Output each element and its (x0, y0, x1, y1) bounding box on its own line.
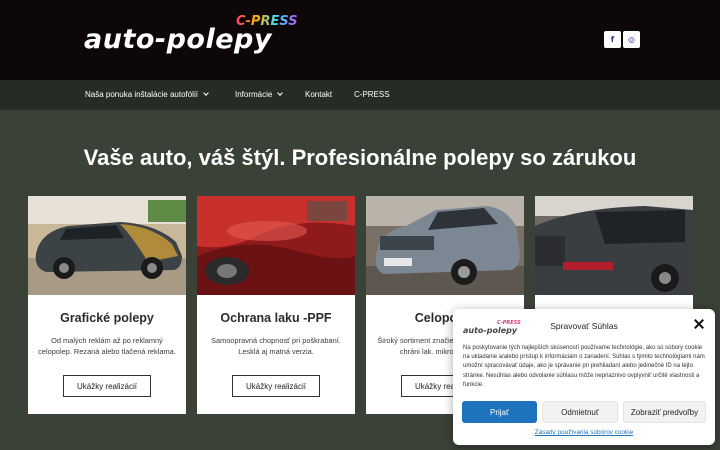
consent-title: Spravovať Súhlas (550, 321, 618, 331)
card-title: Grafické polepy (60, 311, 154, 325)
chevron-down-icon (277, 90, 284, 96)
card-description: Od malých reklám až po reklamný celopole… (38, 336, 176, 356)
logo-badge: C-PRESS (236, 14, 298, 29)
examples-button[interactable]: Ukážky realizácií (63, 375, 151, 397)
deny-button[interactable]: Odmietnuť (542, 401, 618, 423)
card-image (366, 196, 524, 295)
card-image (28, 196, 186, 295)
main-nav: Naša ponuka inštalácie autofólií Informá… (0, 80, 720, 110)
nav-item-label: Kontakt (305, 90, 333, 99)
examples-button[interactable]: Ukážky realizácií (232, 375, 320, 397)
consent-text: Na poskytovanie tých najlepších skúsenos… (463, 345, 705, 388)
instagram-icon[interactable]: ◎ (623, 31, 640, 48)
service-card-ppf: Ochrana laku -PPF Samoopravná chopnosť p… (197, 196, 355, 414)
page-title: Vaše auto, váš štýl. Profesionálne polep… (83, 145, 637, 170)
accept-button[interactable]: Prijať (462, 401, 537, 423)
card-title: Ochrana laku -PPF (220, 311, 332, 325)
card-image (197, 196, 355, 295)
nav-item-info[interactable]: Informácie (235, 80, 284, 110)
nav-item-contact[interactable]: Kontakt (305, 80, 332, 110)
service-card-graphics: Grafické polepy Od malých reklám až po r… (28, 196, 186, 414)
site-header: auto-polepy C-PRESS f ◎ (0, 0, 720, 80)
facebook-icon[interactable]: f (604, 31, 621, 48)
preferences-button[interactable]: Zobraziť predvoľby (623, 401, 706, 423)
nav-item-label: Informácie (235, 90, 273, 99)
nav-item-label: Naša ponuka inštalácie autofólií (85, 90, 198, 99)
nav-item-cpress[interactable]: C-PRESS (354, 80, 390, 110)
card-image (535, 196, 693, 295)
card-description: Samoopravná chopnosť pri poškrabaní. Les… (211, 336, 341, 356)
nav-item-offer[interactable]: Naša ponuka inštalácie autofólií (85, 80, 209, 110)
cookie-policy-link[interactable]: Zásady používania súborov cookie (453, 429, 715, 436)
site-logo[interactable]: auto-polepy C-PRESS (84, 14, 300, 64)
nav-item-label: C-PRESS (354, 90, 390, 99)
cookie-consent-dialog: auto-polepy C-PRESS Spravovať Súhlas Na … (453, 309, 715, 445)
chevron-down-icon (203, 90, 209, 96)
close-icon[interactable] (693, 318, 705, 330)
